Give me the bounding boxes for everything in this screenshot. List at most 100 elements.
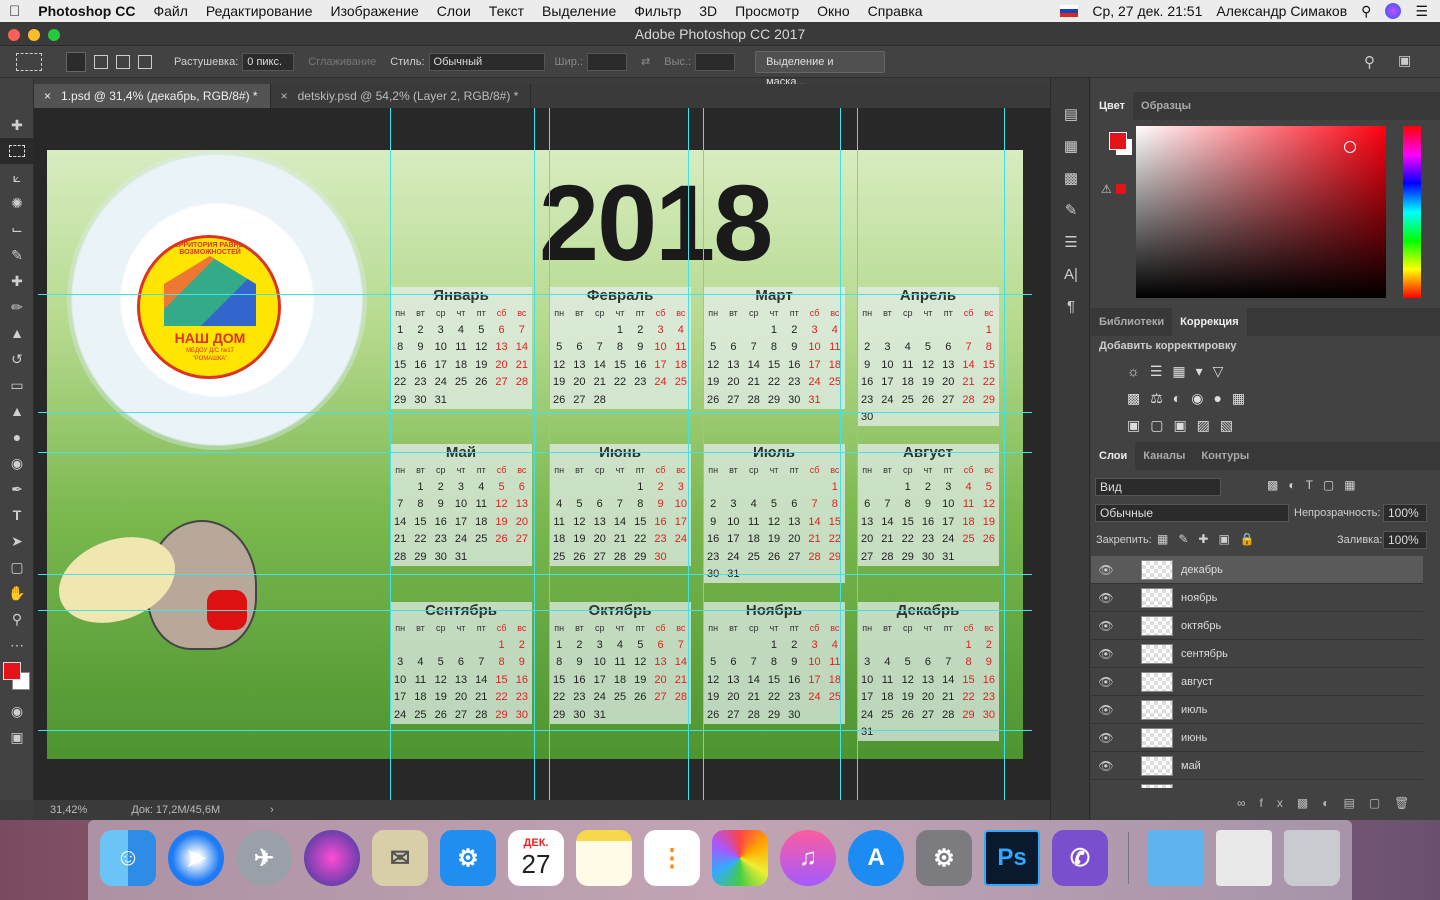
guide-horizontal[interactable] xyxy=(38,730,1032,731)
foreground-color-swatch[interactable] xyxy=(3,662,21,680)
tab-channels[interactable]: Каналы xyxy=(1135,442,1193,470)
move-tool-icon[interactable]: ✚ xyxy=(0,112,34,138)
siri-icon[interactable] xyxy=(1385,3,1402,19)
user-name[interactable]: Александр Симаков xyxy=(1216,3,1347,19)
close-icon[interactable]: × xyxy=(281,89,288,103)
eye-icon[interactable]: 👁 xyxy=(1091,563,1121,577)
guide-vertical[interactable] xyxy=(534,108,535,800)
swap-icon[interactable]: ⇄ xyxy=(641,55,650,68)
zoom-window-button[interactable] xyxy=(48,29,60,41)
healing-tool-icon[interactable]: ✚ xyxy=(0,268,34,294)
system-prefs-icon[interactable]: ⚙ xyxy=(916,830,972,886)
fg-color[interactable] xyxy=(1109,132,1127,150)
menu-item[interactable]: Выделение xyxy=(533,3,625,19)
eye-icon[interactable]: 👁 xyxy=(1091,759,1121,773)
channels-panel-icon[interactable]: ▩ xyxy=(1051,162,1091,194)
menu-item[interactable]: Текст xyxy=(480,3,533,19)
folder-icon[interactable] xyxy=(1148,830,1204,886)
adjustment-icons[interactable]: ☼☰▦▾▽ ▩⚖◐◉●▦ ▣▢▣▨▧ xyxy=(1127,358,1277,439)
tab-color[interactable]: Цвет xyxy=(1091,92,1134,120)
quick-mask-icon[interactable]: ◉ xyxy=(0,698,34,724)
notification-icon[interactable]: ☰ xyxy=(1415,3,1428,20)
finder-icon[interactable]: ☺ xyxy=(100,830,156,886)
menu-item[interactable]: Слои xyxy=(428,3,480,19)
tab-swatches[interactable]: Образцы xyxy=(1133,92,1199,120)
notes-icon[interactable] xyxy=(576,830,632,886)
eraser-tool-icon[interactable]: ▭ xyxy=(0,372,34,398)
bucket-tool-icon[interactable]: ▲ xyxy=(0,398,34,424)
brush-tool-icon[interactable]: ✏ xyxy=(0,294,34,320)
screen-mode-icon[interactable]: ▣ xyxy=(0,724,34,750)
style-select[interactable]: Обычный xyxy=(428,52,545,71)
calendar-icon[interactable]: ДЕК. 27 xyxy=(508,830,564,886)
doc-size[interactable]: Док: 17,2M/45,6M xyxy=(131,804,220,816)
path-select-tool-icon[interactable]: ➤ xyxy=(0,528,34,554)
itunes-icon[interactable]: ♫ xyxy=(780,830,836,886)
guide-vertical[interactable] xyxy=(390,108,391,800)
guide-vertical[interactable] xyxy=(857,108,858,800)
search-icon[interactable]: ⚲ xyxy=(1364,53,1375,71)
menu-item[interactable]: Справка xyxy=(859,3,932,19)
guide-horizontal[interactable] xyxy=(38,294,1032,295)
guide-horizontal[interactable] xyxy=(38,452,1032,453)
marquee-tool-icon[interactable] xyxy=(0,138,34,164)
subtract-selection-icon[interactable] xyxy=(116,54,130,69)
lock-icons[interactable]: ▦✎✚▣🔒 xyxy=(1157,532,1265,546)
menu-item[interactable]: Фильтр xyxy=(625,3,690,19)
blend-mode-select[interactable]: Обычные xyxy=(1095,504,1289,522)
guide-horizontal[interactable] xyxy=(38,610,1032,611)
guide-vertical[interactable] xyxy=(688,108,689,800)
launchpad-icon[interactable]: ✈ xyxy=(236,830,292,886)
viber-icon[interactable]: ✆ xyxy=(1052,830,1108,886)
type-tool-icon[interactable]: T xyxy=(0,502,34,528)
zoom-level[interactable]: 31,42% xyxy=(50,804,87,816)
apple-icon[interactable]:  xyxy=(0,3,29,20)
spotlight-icon[interactable]: ⚲ xyxy=(1361,3,1371,20)
tab-doc-2[interactable]: × detskiy.psd @ 54,2% (Layer 2, RGB/8#) * xyxy=(271,84,532,108)
tab-layers[interactable]: Слои xyxy=(1091,442,1136,470)
fill-input[interactable]: 100% xyxy=(1383,531,1427,549)
eye-icon[interactable]: 👁 xyxy=(1091,787,1121,789)
tab-paths[interactable]: Контуры xyxy=(1193,442,1257,470)
eye-icon[interactable]: 👁 xyxy=(1091,703,1121,717)
eye-icon[interactable]: 👁 xyxy=(1091,675,1121,689)
eye-icon[interactable]: 👁 xyxy=(1091,619,1121,633)
history-panel-icon[interactable]: ▤ xyxy=(1051,98,1091,130)
layer-row[interactable]: 👁 декабрь xyxy=(1091,556,1423,584)
siri-app-icon[interactable] xyxy=(304,830,360,886)
close-window-button[interactable] xyxy=(8,29,20,41)
guide-vertical[interactable] xyxy=(840,108,841,800)
height-input[interactable] xyxy=(695,52,736,71)
guide-vertical[interactable] xyxy=(703,108,704,800)
pen-tool-icon[interactable]: ✒ xyxy=(0,476,34,502)
more-tools-icon[interactable]: ⋯ xyxy=(0,632,34,658)
flag-icon[interactable] xyxy=(1060,5,1079,17)
history-brush-icon[interactable]: ↺ xyxy=(0,346,34,372)
layer-filter-select[interactable]: Вид xyxy=(1095,478,1221,496)
xcode-icon[interactable]: ⚙ xyxy=(440,830,496,886)
lasso-tool-icon[interactable]: ⟀ xyxy=(0,164,34,190)
paragraph-panel-icon[interactable]: ¶ xyxy=(1051,290,1091,322)
adjust-panel-icon[interactable]: ☰ xyxy=(1051,226,1091,258)
tab-libraries[interactable]: Библиотеки xyxy=(1091,308,1172,336)
add-selection-icon[interactable] xyxy=(94,54,108,69)
hand-tool-icon[interactable]: ✋ xyxy=(0,580,34,606)
eye-icon[interactable]: 👁 xyxy=(1091,647,1121,661)
app-menu[interactable]: Photoshop CC xyxy=(29,3,144,19)
blur-tool-icon[interactable]: ● xyxy=(0,424,34,450)
layer-row[interactable]: 👁 май xyxy=(1091,752,1423,780)
new-selection-icon[interactable] xyxy=(66,51,86,72)
document-canvas[interactable]: ТЕРРИТОРИЯ РАВНЫХ ВОЗМОЖНОСТЕЙ НАШ ДОМ М… xyxy=(47,150,1023,759)
layer-actions[interactable]: ∞fx▩◐▤▢🗑 xyxy=(1237,796,1423,810)
reminders-icon[interactable]: ⋮ xyxy=(644,830,700,886)
eyedropper-tool-icon[interactable]: ✎ xyxy=(0,242,34,268)
photos-icon[interactable] xyxy=(712,830,768,886)
safari-icon[interactable]: ➤ xyxy=(168,830,224,886)
quick-select-tool-icon[interactable]: ✺ xyxy=(0,190,34,216)
guide-vertical[interactable] xyxy=(1004,108,1005,800)
trash-icon[interactable] xyxy=(1284,830,1340,886)
zoom-tool-icon[interactable]: ⚲ xyxy=(0,606,34,632)
eye-icon[interactable]: 👁 xyxy=(1091,731,1121,745)
color-swatches[interactable] xyxy=(0,658,33,698)
shape-tool-icon[interactable]: ▢ xyxy=(0,554,34,580)
